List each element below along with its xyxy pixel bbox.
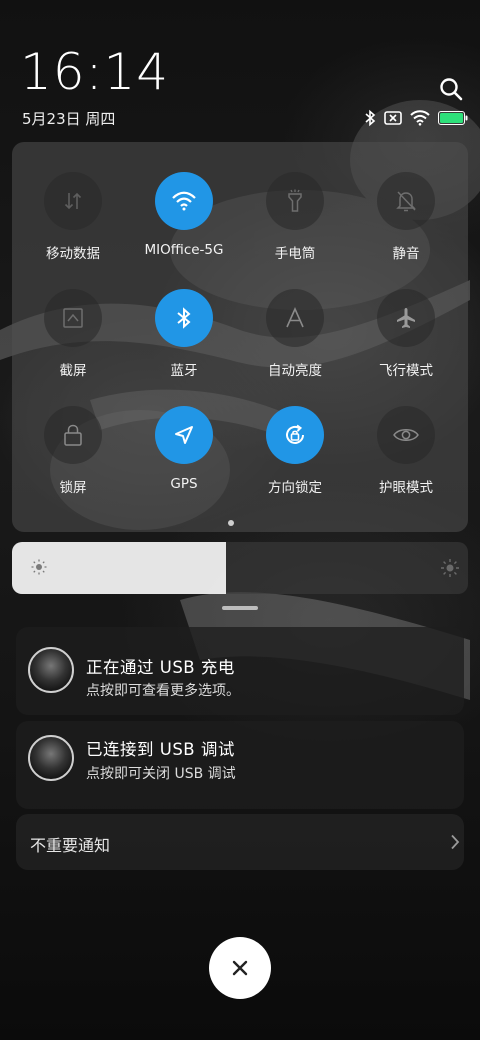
- toggle-wifi[interactable]: MIOffice-5G: [128, 172, 240, 282]
- sim-off-icon: [384, 111, 402, 125]
- rotation-lock-icon: [266, 406, 324, 464]
- tile-label: 方向锁定: [268, 480, 322, 496]
- tile-label: 飞行模式: [379, 363, 433, 379]
- airplane-icon: [377, 289, 435, 347]
- minor-notifications-row[interactable]: 不重要通知: [16, 814, 464, 870]
- notification-title: 已连接到 USB 调试: [86, 740, 235, 759]
- bluetooth-icon: [365, 109, 376, 127]
- tile-label: 手电筒: [274, 246, 316, 262]
- flashlight-icon: [266, 172, 324, 230]
- brightness-high-icon: [441, 559, 459, 577]
- tile-label: 锁屏: [59, 480, 87, 496]
- notification-shade: 16:14 5月23日 周四 移动数据 MIOffice-5G 手电筒 静音 截…: [0, 0, 480, 1040]
- tile-label: 护眼模式: [379, 480, 433, 496]
- toggle-lock-screen[interactable]: 锁屏: [17, 406, 129, 516]
- tile-label: MIOffice-5G: [144, 242, 224, 258]
- toggle-mobile-data[interactable]: 移动数据: [17, 172, 129, 282]
- notification-subtitle: 点按即可关闭 USB 调试: [86, 766, 236, 782]
- lock-icon: [44, 406, 102, 464]
- brightness-slider[interactable]: [12, 542, 468, 594]
- screenshot-icon: [44, 289, 102, 347]
- bluetooth-icon: [155, 289, 213, 347]
- brightness-low-icon: [31, 559, 47, 575]
- tile-label: 自动亮度: [268, 363, 322, 379]
- drag-handle[interactable]: [222, 606, 258, 610]
- auto-brightness-icon: [266, 289, 324, 347]
- toggle-gps[interactable]: GPS: [128, 406, 240, 516]
- wifi-icon: [410, 110, 430, 126]
- chevron-right-icon: [451, 834, 460, 850]
- toggle-flashlight[interactable]: 手电筒: [239, 172, 351, 282]
- notification-usb-debugging[interactable]: 已连接到 USB 调试 点按即可关闭 USB 调试: [16, 721, 464, 809]
- quick-settings-panel: 移动数据 MIOffice-5G 手电筒 静音 截屏 蓝牙 自动亮度 飞行模式 …: [12, 142, 468, 532]
- toggle-screenshot[interactable]: 截屏: [17, 289, 129, 399]
- toggle-bluetooth[interactable]: 蓝牙: [128, 289, 240, 399]
- location-arrow-icon: [155, 406, 213, 464]
- status-bar-icons: [364, 108, 468, 128]
- mute-bell-icon: [377, 172, 435, 230]
- notification-usb-charging[interactable]: 正在通过 USB 充电 点按即可查看更多选项。: [16, 627, 464, 715]
- toggle-auto-brightness[interactable]: 自动亮度: [239, 289, 351, 399]
- eye-icon: [377, 406, 435, 464]
- toggle-airplane-mode[interactable]: 飞行模式: [350, 289, 462, 399]
- app-avatar: [28, 735, 74, 781]
- close-icon: [232, 960, 248, 976]
- toggle-rotation-lock[interactable]: 方向锁定: [239, 406, 351, 516]
- notification-subtitle: 点按即可查看更多选项。: [86, 683, 240, 699]
- clock[interactable]: 16:14: [20, 42, 169, 102]
- tile-label: 静音: [392, 246, 420, 262]
- app-avatar: [28, 647, 74, 693]
- mobile-data-icon: [44, 172, 102, 230]
- battery-icon: [438, 111, 468, 125]
- date[interactable]: 5月23日 周四: [22, 108, 115, 129]
- search-icon[interactable]: [438, 76, 464, 102]
- tile-label: 截屏: [59, 363, 87, 379]
- tile-label: 蓝牙: [170, 363, 198, 379]
- minor-notifications-label: 不重要通知: [30, 836, 111, 855]
- notification-title: 正在通过 USB 充电: [86, 658, 235, 677]
- page-indicator: [228, 520, 234, 526]
- close-button[interactable]: [209, 937, 271, 999]
- toggle-mute[interactable]: 静音: [350, 172, 462, 282]
- tile-label: GPS: [170, 476, 198, 492]
- wifi-icon: [155, 172, 213, 230]
- tile-label: 移动数据: [46, 246, 100, 262]
- toggle-eye-care[interactable]: 护眼模式: [350, 406, 462, 516]
